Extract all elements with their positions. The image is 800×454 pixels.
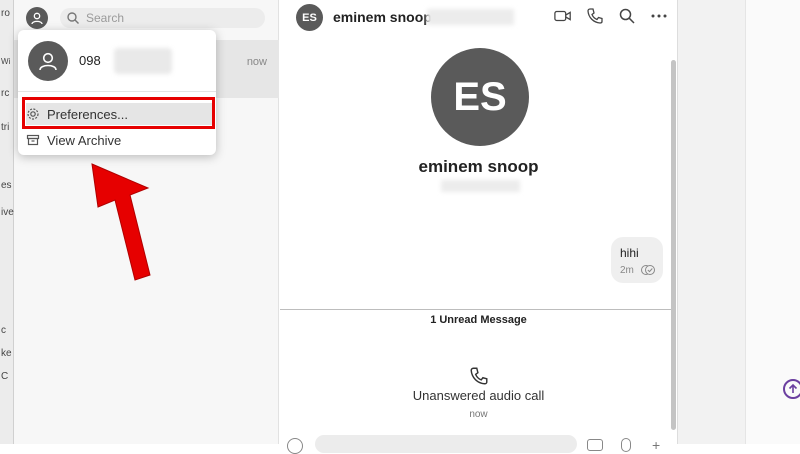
account-menu: 098 Preferences... View Archive [18,30,216,155]
menu-item-archive[interactable]: View Archive [26,129,212,151]
emoji-icon[interactable] [287,438,303,454]
menu-user-number: 098 [79,53,101,68]
more-options-icon[interactable] [650,7,668,25]
app-window: ro Wi rc tri es ive c ke C Search now 09… [0,0,800,454]
search-placeholder: Search [86,11,125,25]
archive-icon [26,133,40,147]
bg-fragment: ive [1,207,14,218]
bg-fragment: rc [1,88,10,99]
gif-icon[interactable] [587,439,603,451]
header-avatar[interactable]: ES [296,4,323,31]
unread-label: 1 Unread Message [430,314,527,326]
redacted-phone [427,9,514,25]
bg-fragment: C [1,371,9,382]
microphone-icon[interactable] [621,438,631,452]
bg-fragment: c [1,325,6,336]
read-receipt-icon [640,264,656,276]
menu-divider [18,91,216,92]
bg-fragment: es [1,180,12,191]
add-icon[interactable]: + [652,437,660,453]
message-text: hihi [620,246,639,260]
call-status-text: Unanswered audio call [412,388,545,403]
bg-fragment: ke [1,348,12,359]
redacted-contact-number [441,180,520,192]
contact-avatar: ES [431,48,529,146]
search-icon [66,11,80,25]
call-time: now [469,409,488,420]
archive-label: View Archive [47,132,122,148]
unread-divider [280,309,674,310]
message-input[interactable] [315,435,577,453]
message-bubble[interactable]: hihi 2m [611,237,663,283]
redacted-number [114,48,172,74]
background-window-strip: ro Wi rc tri es ive c ke C [0,0,14,444]
conversation-scrollbar[interactable] [671,60,676,430]
message-age: 2m [620,265,634,276]
user-icon [39,52,57,71]
user-avatar-button[interactable] [26,7,48,29]
search-bar[interactable]: Search [60,8,265,28]
video-call-icon[interactable] [554,7,572,25]
background-window [677,0,800,444]
background-window-pane [745,0,800,444]
phone-icon [469,366,489,386]
annotation-arrow [91,163,151,281]
header-actions [554,7,668,25]
contact-name: eminem snoop [418,157,539,176]
highlight-box [22,97,215,129]
menu-avatar [28,41,68,81]
search-icon[interactable] [618,7,636,25]
bg-fragment: Wi [1,57,11,66]
arrow-up-icon[interactable] [783,379,800,399]
conversation-time: now [246,56,267,68]
bg-fragment: tri [1,122,10,133]
bg-fragment: ro [1,8,10,19]
audio-call-icon[interactable] [586,7,604,25]
conversation-title: eminem snoop · [333,9,441,25]
user-icon [31,12,43,25]
